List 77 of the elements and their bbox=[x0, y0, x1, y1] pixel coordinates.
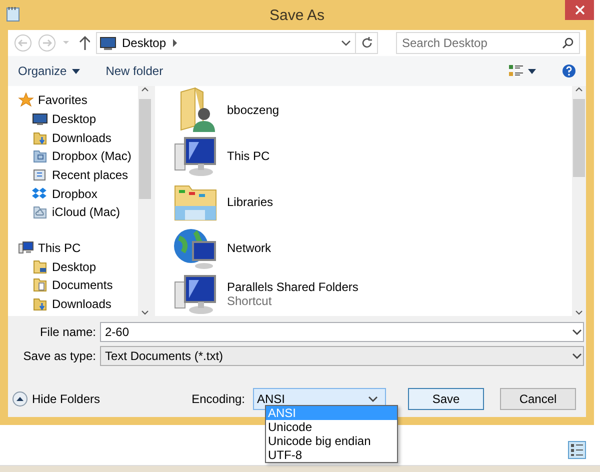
details-view-icon[interactable] bbox=[568, 441, 586, 459]
chevron-down-icon bbox=[571, 352, 583, 360]
refresh-icon bbox=[360, 37, 372, 49]
chevron-icon bbox=[172, 39, 178, 47]
view-icon bbox=[509, 64, 523, 78]
file-name-field[interactable]: 2-60 bbox=[100, 322, 584, 342]
file-type-dropdown[interactable]: Text Documents (*.txt) bbox=[100, 346, 584, 366]
sidebar-item[interactable]: Desktop bbox=[18, 110, 138, 129]
field-label: Save as type: bbox=[22, 349, 97, 363]
close-icon bbox=[574, 5, 584, 15]
forward-icon bbox=[38, 34, 56, 52]
download-folder-icon bbox=[32, 130, 48, 146]
encoding-option[interactable]: Unicode bbox=[266, 420, 397, 434]
item-name: Parallels Shared Folders bbox=[227, 280, 358, 294]
search-icon bbox=[562, 37, 574, 49]
file-item[interactable]: Libraries bbox=[171, 179, 572, 225]
sidebar-item[interactable]: Dropbox (Mac) bbox=[18, 147, 138, 166]
folder-icon bbox=[32, 258, 48, 275]
encoding-option[interactable]: Unicode big endian bbox=[266, 434, 397, 448]
recent-places-icon bbox=[32, 167, 48, 184]
folder-box-icon bbox=[32, 148, 48, 164]
cloud-folder-icon bbox=[32, 204, 48, 220]
download-folder-icon bbox=[32, 296, 48, 312]
address-text: Desktop bbox=[122, 36, 166, 50]
scroll-up-icon bbox=[575, 86, 583, 92]
organize-button[interactable]: Organize bbox=[18, 64, 80, 78]
cancel-button[interactable]: Cancel bbox=[500, 388, 576, 410]
help-icon bbox=[562, 64, 576, 78]
caret-icon bbox=[72, 68, 80, 74]
view-options-button[interactable] bbox=[509, 64, 536, 78]
sidebar-item[interactable]: Dropbox bbox=[18, 184, 138, 203]
file-item[interactable]: Network bbox=[171, 225, 572, 271]
star-icon bbox=[18, 92, 34, 108]
monitor-icon bbox=[32, 111, 48, 128]
scroll-down-icon bbox=[575, 310, 583, 316]
search-field[interactable]: Search Desktop bbox=[396, 32, 580, 54]
monitor-icon bbox=[100, 36, 116, 50]
save-button[interactable]: Save bbox=[408, 388, 484, 410]
chevron-down-icon bbox=[341, 40, 351, 46]
notepad-icon bbox=[6, 6, 20, 22]
encoding-label: Encoding: bbox=[192, 392, 245, 406]
address-bar[interactable]: Desktop bbox=[96, 32, 378, 54]
field-label: File name: bbox=[38, 325, 97, 339]
chevron-down-icon bbox=[367, 395, 379, 403]
close-button[interactable] bbox=[565, 0, 594, 20]
help-button[interactable] bbox=[562, 64, 576, 78]
sidebar-group[interactable]: Favorites bbox=[18, 90, 138, 110]
computer-icon bbox=[18, 240, 34, 256]
item-name: This PC bbox=[227, 149, 270, 163]
encoding-option[interactable]: UTF-8 bbox=[266, 448, 397, 462]
collapse-icon bbox=[12, 391, 28, 407]
chevron-down-icon bbox=[571, 328, 583, 336]
document-folder-icon bbox=[32, 277, 48, 294]
item-subtitle: Shortcut bbox=[227, 294, 273, 308]
sidebar-item[interactable]: Documents bbox=[18, 276, 138, 295]
item-name: Libraries bbox=[227, 195, 274, 209]
item-name: Network bbox=[227, 241, 272, 255]
caret-icon bbox=[528, 68, 536, 74]
new-folder-button[interactable]: New folder bbox=[106, 64, 164, 78]
file-item[interactable]: bboczeng bbox=[171, 87, 572, 133]
sidebar-item[interactable]: Recent places bbox=[18, 166, 138, 184]
scroll-down-icon bbox=[141, 310, 149, 316]
sidebar-item[interactable]: iCloud (Mac) bbox=[18, 202, 138, 222]
scrollbar[interactable] bbox=[572, 86, 586, 316]
sidebar-group[interactable]: This PC bbox=[18, 238, 138, 258]
window-title: Save As bbox=[269, 6, 325, 24]
file-item[interactable]: This PC bbox=[171, 133, 572, 179]
hide-folders-button[interactable]: Hide Folders bbox=[12, 391, 100, 407]
back-icon bbox=[14, 34, 32, 52]
sidebar-item[interactable]: Downloads bbox=[18, 294, 138, 314]
sidebar-item[interactable]: Downloads bbox=[18, 128, 138, 148]
item-name: bboczeng bbox=[227, 103, 280, 117]
file-item[interactable]: Parallels Shared Folders Shortcut bbox=[171, 271, 572, 316]
sidebar-item[interactable]: Desktop bbox=[18, 258, 138, 276]
scroll-up-icon bbox=[141, 86, 149, 92]
caret-icon bbox=[62, 41, 70, 45]
scrollbar[interactable] bbox=[138, 86, 152, 316]
